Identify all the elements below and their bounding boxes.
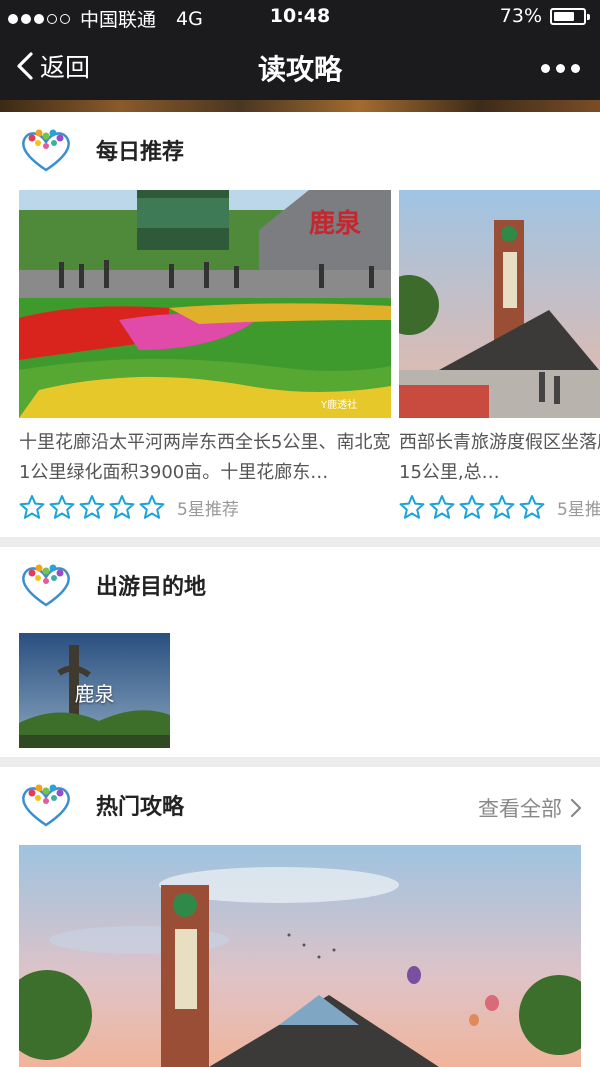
rating: 5星推荐 (399, 494, 600, 520)
daily-item-image: 鹿泉 Y鹿透社 (19, 190, 391, 418)
daily-item-desc: 十里花廊沿太平河两岸东西全长5公里、南北宽1公里绿化面积3900亩。十里花廊东… (19, 432, 391, 483)
star-icon (429, 495, 455, 519)
header-banner-strip (0, 100, 600, 112)
hot-section: 热门攻略 查看全部 (0, 767, 600, 1067)
daily-item[interactable]: 鹿泉 Y鹿透社 十里花廊沿太平河两岸东西全长5公里、南北宽1公里绿化面积3900… (19, 190, 391, 520)
star-icon (519, 495, 545, 519)
section-title-hot: 热门攻略 (96, 795, 185, 820)
logo-heart-icon (22, 784, 70, 827)
view-all-link[interactable]: 查看全部 (478, 793, 582, 823)
rating-label: 5星推荐 (177, 499, 239, 520)
status-bar: 中国联通 4G 10:48 73% (0, 0, 600, 34)
logo-heart-icon (22, 129, 70, 172)
destinations-section: 出游目的地 鹿泉 (0, 547, 600, 757)
top-bar: 中国联通 4G 10:48 73% 返回 读攻略 (0, 0, 600, 103)
destination-tile[interactable]: 鹿泉 (19, 633, 170, 748)
rating-label: 5星推荐 (557, 499, 600, 520)
daily-item-desc: 西部长青旅游度假区坐落鹿泉区，距离市中心15公里,总… (399, 432, 600, 483)
star-icon (489, 495, 515, 519)
section-title-daily: 每日推荐 (96, 140, 185, 165)
more-dots-icon[interactable] (541, 64, 580, 73)
daily-item-image (399, 190, 600, 418)
logo-heart-icon (22, 564, 70, 607)
section-title-destinations: 出游目的地 (96, 575, 207, 600)
star-icon (109, 495, 135, 519)
daily-section: 每日推荐 鹿泉 Y鹿透社 十里花廊沿太平河两岸东西全长5公里、南北宽1公里绿化面… (0, 112, 600, 537)
chevron-right-icon (570, 798, 582, 818)
star-icon (19, 495, 45, 519)
hot-guide-image[interactable] (19, 845, 581, 1067)
star-icon (49, 495, 75, 519)
page-title: 读攻略 (257, 53, 342, 86)
star-icon (139, 495, 165, 519)
image-sign-text: 鹿泉 (309, 208, 362, 239)
star-icon (459, 495, 485, 519)
rating: 5星推荐 (19, 494, 391, 520)
daily-item[interactable]: 西部长青旅游度假区坐落鹿泉区，距离市中心15公里,总… 5星推荐 (399, 190, 600, 520)
destination-label: 鹿泉 (74, 682, 115, 706)
star-icon (399, 495, 425, 519)
nav-bar: 返回 读攻略 (0, 34, 600, 100)
star-icon (79, 495, 105, 519)
view-all-label: 查看全部 (478, 797, 562, 821)
battery-percent: 73% (499, 5, 542, 27)
battery-icon (550, 7, 590, 25)
image-watermark: Y鹿透社 (320, 398, 357, 411)
